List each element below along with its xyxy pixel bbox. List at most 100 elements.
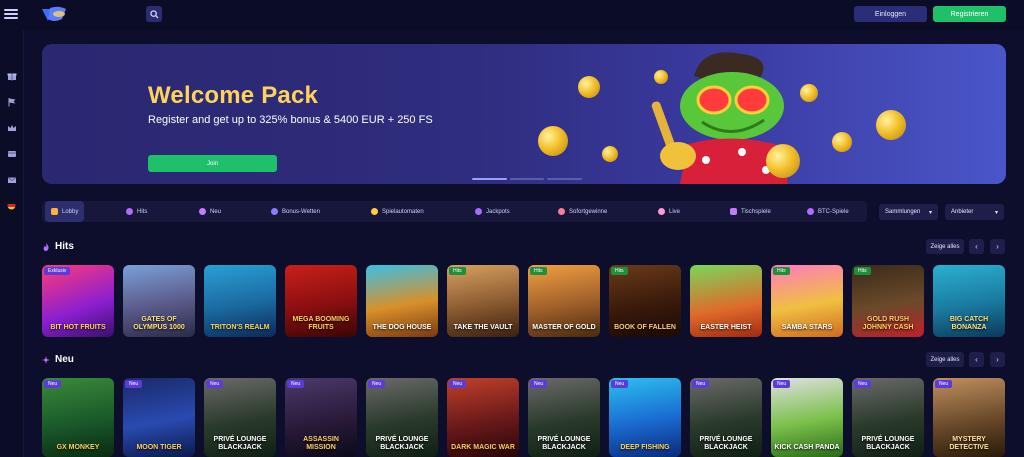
show-all-button[interactable]: Zeige alles [926, 352, 964, 367]
next-arrow-button[interactable]: › [990, 239, 1005, 254]
game-tile[interactable]: BIG CATCH BONANZA [933, 265, 1005, 337]
chevron-left-icon: ‹ [975, 242, 978, 251]
badge: Neu [287, 380, 305, 388]
game-tile[interactable]: Neu PRIVÉ LOUNGE BLACKJACK [528, 378, 600, 457]
game-name: PRIVÉ LOUNGE BLACKJACK [375, 436, 429, 451]
game-name: GATES OF OLYMPUS 1000 [133, 316, 185, 331]
card-icon[interactable] [6, 148, 17, 159]
badge: Neu [773, 380, 791, 388]
crown-icon[interactable] [6, 122, 17, 133]
game-tile[interactable]: Neu PRIVÉ LOUNGE BLACKJACK [852, 378, 924, 457]
game-name: DEEP FISHING [620, 443, 670, 451]
coin-decoration [832, 132, 852, 152]
prev-arrow-button[interactable]: ‹ [969, 239, 984, 254]
login-button[interactable]: Einloggen [854, 6, 927, 22]
game-tile[interactable]: Neu ASSASSIN MISSION [285, 378, 357, 457]
tab-label: Lobby [62, 208, 79, 215]
badge: Neu [611, 380, 629, 388]
game-tile[interactable]: Neu DARK MAGIC WAR [447, 378, 519, 457]
german-flag-icon[interactable] [6, 200, 17, 211]
tab-label: BTC-Spiele [818, 208, 849, 215]
rocket-icon [558, 208, 565, 215]
tab-jackpots[interactable]: Jackpots [475, 201, 510, 222]
providers-dropdown[interactable]: Anbieter ▾ [945, 204, 1004, 220]
coin-decoration [654, 70, 668, 84]
game-name: GX MONKEY [56, 443, 100, 451]
tab-sofortgewinne[interactable]: Sofortgewinne [558, 201, 607, 222]
game-tile[interactable]: Hits BOOK OF FALLEN [609, 265, 681, 337]
collections-dropdown[interactable]: Sammlungen ▾ [879, 204, 938, 220]
tab-hits[interactable]: Hits [126, 201, 147, 222]
carousel-dot[interactable] [472, 178, 507, 180]
game-name: PRIVÉ LOUNGE BLACKJACK [861, 436, 915, 451]
tab-lobby[interactable]: Lobby [45, 201, 85, 222]
welcome-banner[interactable]: Welcome Pack Register and get up to 325%… [42, 44, 1006, 184]
tab-neu[interactable]: Neu [199, 201, 221, 222]
game-tile[interactable]: Neu PRIVÉ LOUNGE BLACKJACK [204, 378, 276, 457]
carousel-dot[interactable] [509, 178, 545, 180]
game-tile[interactable]: GATES OF OLYMPUS 1000 [123, 265, 195, 337]
game-tile[interactable]: Neu DEEP FISHING [609, 378, 681, 457]
show-all-button[interactable]: Zeige alles [926, 239, 964, 254]
game-tile[interactable]: Neu MYSTERY DETECTIVE [933, 378, 1005, 457]
banner-title: Welcome Pack [148, 82, 319, 109]
badge: Hits [773, 267, 790, 275]
carousel-dot[interactable] [547, 178, 583, 180]
site-logo[interactable] [40, 5, 72, 25]
join-button[interactable]: Join [148, 155, 277, 172]
tab-live[interactable]: Live [658, 201, 680, 222]
search-button[interactable] [146, 6, 162, 22]
game-tile[interactable]: Neu KICK CASH PANDA [771, 378, 843, 457]
game-name: SAMBA STARS [781, 323, 833, 331]
game-tile[interactable]: Neu MOON TIGER [123, 378, 195, 457]
section-title: Neu [55, 354, 74, 365]
game-tile[interactable]: MEGA BOOMING FRUITS [285, 265, 357, 337]
game-tile[interactable]: Neu GX MONKEY [42, 378, 114, 457]
sparkle-icon [42, 355, 50, 364]
game-tile[interactable]: Hits MASTER OF GOLD [528, 265, 600, 337]
carousel-indicator[interactable] [472, 178, 583, 180]
jackpot-icon [475, 208, 482, 215]
game-name: MASTER OF GOLD [532, 323, 596, 331]
tab-label: Tischspiele [741, 208, 771, 215]
search-icon [149, 9, 159, 19]
flame-icon [126, 208, 133, 215]
game-name: KICK CASH PANDA [774, 443, 840, 451]
badge: Exklusiv [44, 267, 71, 275]
tab-btc-spiele[interactable]: BTC-Spiele [807, 201, 849, 222]
tab-spielautomaten[interactable]: Spielautomaten [371, 201, 424, 222]
coin-decoration [578, 76, 600, 98]
gift-icon[interactable] [6, 70, 17, 81]
flame-icon [43, 242, 49, 251]
mail-icon[interactable] [6, 174, 17, 185]
game-tile[interactable]: EASTER HEIST [690, 265, 762, 337]
game-tile[interactable]: Neu PRIVÉ LOUNGE BLACKJACK [690, 378, 762, 457]
game-tile[interactable]: Neu PRIVÉ LOUNGE BLACKJACK [366, 378, 438, 457]
register-button[interactable]: Registrieren [933, 6, 1006, 22]
flag-icon[interactable] [6, 96, 17, 107]
game-name: EASTER HEIST [700, 323, 752, 331]
tab-tischspiele[interactable]: Tischspiele [730, 201, 771, 222]
game-tile[interactable]: TRITON'S REALM [204, 265, 276, 337]
tab-label: Neu [210, 208, 222, 215]
tab-bonus-wetten[interactable]: Bonus-Wetten [271, 201, 320, 222]
game-tile[interactable]: THE DOG HOUSE [366, 265, 438, 337]
next-arrow-button[interactable]: › [990, 352, 1005, 367]
prev-arrow-button[interactable]: ‹ [969, 352, 984, 367]
bonus-icon [271, 208, 278, 215]
badge: Hits [449, 267, 466, 275]
section-title-neu: Neu [42, 354, 74, 365]
game-name: BIT HOT FRUITS [50, 323, 106, 331]
game-name: PRIVÉ LOUNGE BLACKJACK [699, 436, 753, 451]
game-tile[interactable]: Hits TAKE THE VAULT [447, 265, 519, 337]
menu-icon[interactable] [4, 6, 18, 22]
badge: Neu [692, 380, 710, 388]
game-name: TAKE THE VAULT [453, 323, 513, 331]
game-tile[interactable]: Hits SAMBA STARS [771, 265, 843, 337]
banner-subtitle: Register and get up to 325% bonus & 5400… [148, 114, 433, 126]
chevron-down-icon: ▾ [928, 209, 932, 216]
section-title: Hits [55, 241, 74, 252]
game-tile[interactable]: Exklusiv BIT HOT FRUITS [42, 265, 114, 337]
game-name: PRIVÉ LOUNGE BLACKJACK [537, 436, 591, 451]
game-tile[interactable]: Hits GOLD RUSH JOHNNY CASH [852, 265, 924, 337]
